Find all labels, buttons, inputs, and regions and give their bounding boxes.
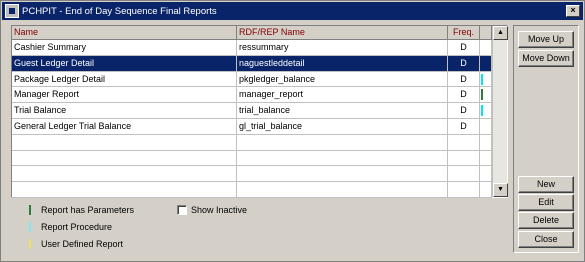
cell-name: Cashier Summary [12,40,237,55]
table-row[interactable]: Cashier Summary ressummary D [12,40,492,56]
cell-name: Guest Ledger Detail [12,55,237,71]
edit-button[interactable]: Edit [518,194,574,211]
cell-freq: D [448,103,480,118]
cell-name: Manager Report [12,87,237,103]
table-row[interactable]: Guest Ledger Detail naguestleddetail D [12,55,492,72]
cell-rdf: gl_trial_balance [237,118,448,134]
cell-marker [480,71,492,87]
cell-rdf: ressummary [237,40,448,55]
table-row[interactable] [12,134,492,151]
legend-swatch-user-defined [29,239,31,249]
vertical-scrollbar[interactable]: ▲ ▼ [492,26,508,197]
cell-rdf [237,134,448,150]
table-row[interactable] [12,166,492,183]
cell-rdf: trial_balance [237,103,448,118]
cell-rdf [237,166,448,182]
show-inactive-checkbox[interactable]: Show Inactive [177,205,247,215]
cell-name [12,166,237,182]
reports-grid[interactable]: Name RDF/REP Name Freq. Cashier Summary r… [11,25,508,198]
cell-freq [448,150,480,166]
legend-user-defined: User Defined Report [29,239,123,249]
cell-marker [480,103,492,118]
table-row[interactable]: Package Ledger Detail pkgledger_balance D [12,71,492,88]
header-marker [480,26,492,40]
cell-marker [480,40,492,55]
cell-name: Trial Balance [12,103,237,118]
cell-freq: D [448,87,480,103]
cell-freq [448,166,480,182]
move-down-button[interactable]: Move Down [518,50,574,67]
cell-freq [448,134,480,150]
cell-freq: D [448,40,480,55]
scroll-down-icon[interactable]: ▼ [493,183,508,197]
close-button[interactable]: Close [518,231,574,248]
table-row[interactable]: General Ledger Trial Balance gl_trial_bal… [12,118,492,135]
move-up-button[interactable]: Move Up [518,31,574,48]
cell-marker [480,55,492,71]
grid-header: Name RDF/REP Name Freq. [12,26,492,40]
app-icon [5,4,19,18]
cell-rdf: pkgledger_balance [237,71,448,87]
cell-marker [480,134,492,150]
cell-name [12,182,237,197]
legend-label-user-defined: User Defined Report [41,239,124,249]
cell-name [12,150,237,166]
title-bar: PCHPIT - End of Day Sequence Final Repor… [2,2,583,20]
cell-freq: D [448,71,480,87]
legend-procedure: Report Procedure [29,222,112,232]
header-freq[interactable]: Freq. [448,26,480,40]
header-name[interactable]: Name [12,26,237,40]
grid-rows: Cashier Summary ressummary D Guest Ledger D… [12,40,492,198]
scroll-up-icon[interactable]: ▲ [493,26,508,40]
cell-freq: D [448,118,480,134]
cell-marker [480,166,492,182]
cell-marker [480,87,492,103]
type-marker [481,73,483,85]
close-icon[interactable]: × [566,5,580,17]
cell-marker [480,182,492,197]
new-button[interactable]: New [518,176,574,193]
cell-marker [480,150,492,166]
table-row[interactable] [12,182,492,198]
show-inactive-label: Show Inactive [191,205,248,215]
report-window: PCHPIT - End of Day Sequence Final Repor… [0,0,585,262]
window-title: PCHPIT - End of Day Sequence Final Repor… [22,5,217,17]
cell-name: Package Ledger Detail [12,71,237,87]
type-marker [481,89,483,101]
legend-label-parameters: Report has Parameters [41,205,135,215]
legend-parameters: Report has Parameters [29,205,134,215]
table-row[interactable]: Trial Balance trial_balance D [12,103,492,119]
cell-rdf: naguestleddetail [237,55,448,71]
type-marker [481,105,483,117]
cell-freq [448,182,480,197]
header-rdf[interactable]: RDF/REP Name [237,26,448,40]
legend-swatch-parameters [29,205,31,215]
table-row[interactable] [12,150,492,167]
checkbox-box[interactable] [177,205,187,215]
cell-rdf [237,182,448,197]
cell-rdf [237,150,448,166]
cell-name: General Ledger Trial Balance [12,118,237,134]
cell-freq: D [448,55,480,71]
cell-marker [480,118,492,134]
table-row[interactable]: Manager Report manager_report D [12,87,492,104]
cell-name [12,134,237,150]
cell-rdf: manager_report [237,87,448,103]
legend-swatch-procedure [29,222,31,232]
delete-button[interactable]: Delete [518,212,574,229]
legend-label-procedure: Report Procedure [41,222,113,232]
